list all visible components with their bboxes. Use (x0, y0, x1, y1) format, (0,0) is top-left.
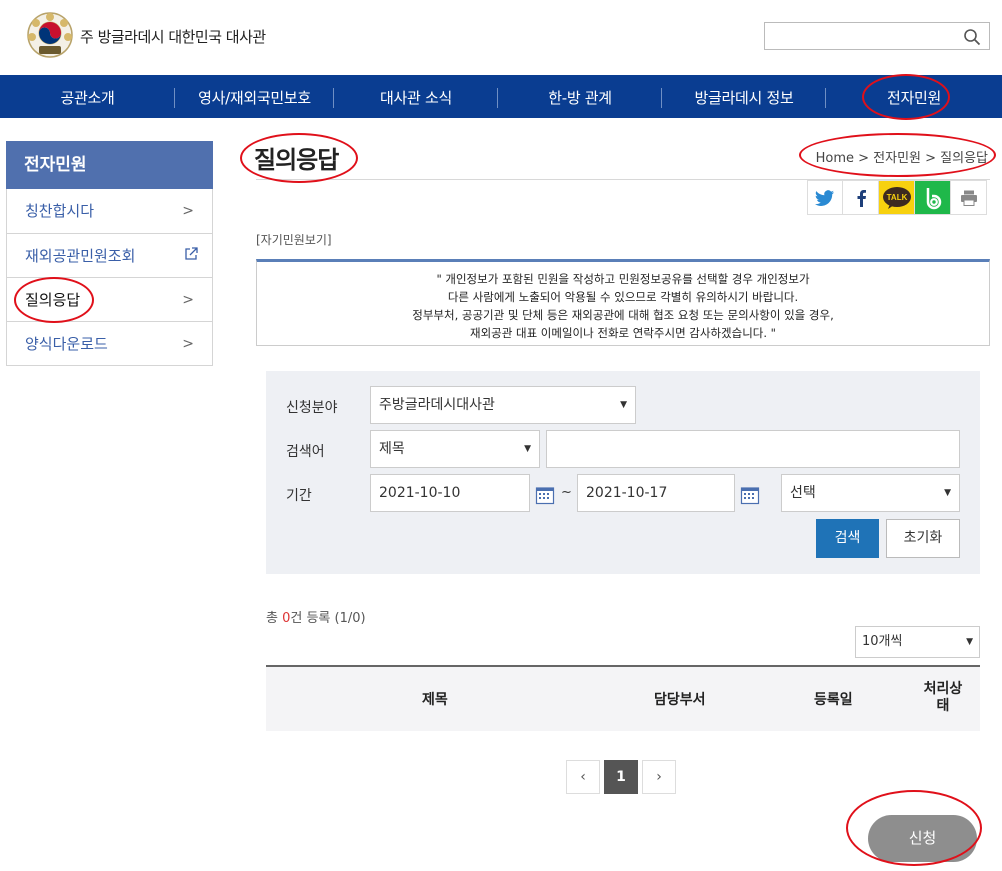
side-nav-item-forms[interactable]: 양식다운로드 > (7, 321, 212, 365)
nav-item-consular[interactable]: 영사/재외국민보호 (175, 75, 334, 118)
period-select[interactable]: 선택 ▼ (781, 474, 960, 512)
next-page-button[interactable]: › (642, 760, 676, 794)
twitter-share-button[interactable] (807, 180, 843, 215)
side-nav-item-qna[interactable]: 질의응답 > (7, 277, 212, 321)
notice-line: " 개인정보가 포함된 민원을 작성하고 민원정보공유를 선택할 경우 개인정보… (436, 272, 810, 286)
share-toolbar: TALK (807, 180, 987, 216)
external-link-icon (185, 247, 198, 260)
side-nav-item-label: 재외공관민원조회 (25, 247, 136, 265)
site-search (764, 22, 990, 50)
nav-item-e-civil[interactable]: 전자민원 (826, 75, 1002, 118)
side-nav-list: 칭찬합시다 > 재외공관민원조회 질의응답 > 양식다운로드 > (6, 189, 213, 366)
keyword-input[interactable] (546, 430, 960, 468)
side-nav-item-label: 질의응답 (25, 291, 81, 309)
facebook-icon (857, 189, 866, 207)
page-1-button[interactable]: 1 (604, 760, 638, 794)
notice-line: 정부부처, 공공기관 및 단체 등은 재외공관에 대해 협조 요청 또는 문의사… (412, 308, 834, 322)
breadcrumb: Home > 전자민원 > 질의응답 (815, 151, 988, 166)
column-header-department: 담당부서 (654, 692, 706, 708)
side-nav: 전자민원 칭찬합시다 > 재외공관민원조회 질의응답 > 양식다운로드 > (6, 141, 213, 366)
facebook-share-button[interactable] (843, 180, 879, 215)
search-panel: 신청분야 주방글라데시대사관 ▼ 검색어 제목 ▼ 기간 2021-10-10 … (266, 371, 980, 574)
chevron-right-icon: > (182, 336, 194, 352)
per-page-select[interactable]: 10개씩 ▼ (855, 626, 980, 658)
date-from-input[interactable]: 2021-10-10 (370, 474, 530, 512)
band-share-button[interactable] (915, 180, 951, 215)
reset-button[interactable]: 초기화 (886, 519, 960, 558)
page-title: 질의응답 (254, 146, 339, 174)
column-header-status: 처리상 태 (923, 681, 963, 714)
nav-item-bangladesh-info[interactable]: 방글라데시 정보 (662, 75, 826, 118)
twitter-icon (815, 189, 834, 206)
apply-button[interactable]: 신청 (868, 815, 977, 862)
caret-down-icon: ▼ (524, 444, 531, 454)
pagination: ‹ 1 › (566, 760, 676, 794)
print-button[interactable] (951, 180, 987, 215)
chevron-right-icon: > (182, 203, 194, 219)
field-label: 신청분야 (286, 400, 338, 416)
band-icon (926, 187, 941, 209)
date-to-input[interactable]: 2021-10-17 (577, 474, 735, 512)
calendar-icon[interactable] (740, 485, 760, 505)
column-header-title: 제목 (422, 692, 448, 708)
calendar-icon[interactable] (535, 485, 555, 505)
side-nav-title: 전자민원 (6, 141, 213, 189)
search-icon[interactable] (963, 28, 981, 46)
column-header-date: 등록일 (814, 692, 853, 708)
count-prefix: 총 (266, 611, 283, 626)
side-nav-item-praise[interactable]: 칭찬합시다 > (7, 189, 212, 233)
caret-down-icon: ▼ (944, 488, 951, 498)
chevron-right-icon: > (182, 292, 194, 308)
keyword-label: 검색어 (286, 444, 325, 460)
nav-item-relations[interactable]: 한-방 관계 (498, 75, 662, 118)
caret-down-icon: ▼ (620, 400, 627, 410)
prev-page-button[interactable]: ‹ (566, 760, 600, 794)
search-input[interactable] (765, 23, 955, 49)
site-title[interactable]: 주 방글라데시 대한민국 대사관 (80, 26, 266, 47)
print-icon (960, 190, 977, 206)
period-label: 기간 (286, 488, 312, 504)
nav-item-news[interactable]: 대사관 소식 (334, 75, 498, 118)
kakaotalk-share-button[interactable]: TALK (879, 180, 915, 215)
side-nav-item-label: 양식다운로드 (25, 335, 108, 353)
keyword-type-select[interactable]: 제목 ▼ (370, 430, 540, 468)
side-nav-item-label: 칭찬합시다 (25, 202, 95, 220)
field-select[interactable]: 주방글라데시대사관 ▼ (370, 386, 636, 424)
result-count: 총 0건 등록 (1/0) (266, 607, 366, 626)
per-page-value: 10개씩 (862, 634, 903, 649)
kakaotalk-icon: TALK (882, 186, 911, 209)
table-header: 제목 담당부서 등록일 처리상 태 (266, 665, 980, 731)
field-select-value: 주방글라데시대사관 (379, 397, 495, 413)
emblem-logo-icon[interactable] (26, 11, 74, 59)
notice-line: 재외공관 대표 이메일이나 전화로 연락주시면 감사하겠습니다. " (470, 326, 776, 340)
date-separator: ~ (561, 485, 572, 500)
caret-down-icon: ▼ (966, 637, 973, 647)
count-suffix: 건 등록 (1/0) (290, 611, 366, 626)
svg-text:TALK: TALK (886, 193, 907, 202)
site-header: 주 방글라데시 대한민국 대사관 (0, 0, 1002, 75)
side-nav-item-civil-lookup[interactable]: 재외공관민원조회 (7, 233, 212, 277)
nav-item-about[interactable]: 공관소개 (0, 75, 175, 118)
search-button[interactable]: 검색 (816, 519, 879, 558)
keyword-type-value: 제목 (379, 441, 405, 457)
period-select-value: 선택 (790, 485, 816, 501)
notice-line: 다른 사람에게 노출되어 악용될 수 있으므로 각별히 유의하시기 바랍니다. (447, 290, 799, 304)
my-civil-view-link[interactable]: [자기민원보기] (256, 231, 332, 248)
privacy-notice: " 개인정보가 포함된 민원을 작성하고 민원정보공유를 선택할 경우 개인정보… (256, 259, 990, 346)
main-nav: 공관소개 영사/재외국민보호 대사관 소식 한-방 관계 방글라데시 정보 전자… (0, 75, 1002, 118)
